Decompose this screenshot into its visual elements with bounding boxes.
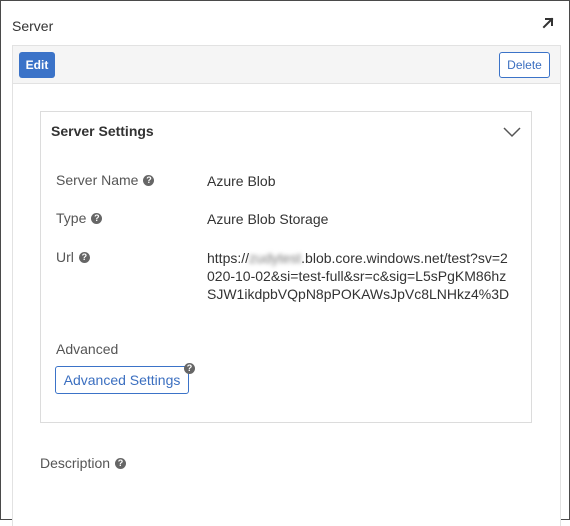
server-settings-title: Server Settings [51, 123, 154, 139]
toolbar: Edit Delete [13, 46, 560, 84]
advanced-settings-button[interactable]: Advanced Settings [55, 366, 189, 394]
delete-button[interactable]: Delete [499, 52, 550, 78]
edit-button[interactable]: Edit [19, 52, 55, 78]
advanced-label: Advanced [56, 341, 119, 357]
server-window: Server Edit Delete Server Settings Serve… [0, 0, 570, 526]
server-settings-card: Server Settings Server Name? Azure Blob … [40, 111, 532, 423]
server-name-value: Azure Blob [207, 173, 276, 189]
url-label: Url? [56, 249, 90, 265]
server-detail-panel: Edit Delete Server Settings Server Name?… [12, 45, 561, 526]
type-value: Azure Blob Storage [207, 211, 329, 227]
description-label: Description? [40, 455, 127, 471]
url-value: https://zudytest.blob.core.windows.net/t… [207, 250, 510, 302]
help-icon[interactable]: ? [91, 213, 103, 224]
help-icon[interactable]: ? [115, 458, 127, 469]
redacted-account-name: zudytest [249, 250, 302, 266]
help-icon[interactable]: ? [78, 252, 90, 263]
type-label: Type? [56, 210, 103, 226]
expand-arrow-icon[interactable] [541, 16, 555, 30]
help-icon[interactable]: ? [143, 175, 155, 186]
help-icon[interactable]: ? [184, 363, 195, 374]
window-title: Server [12, 18, 54, 34]
server-name-label: Server Name? [56, 172, 155, 188]
chevron-down-icon[interactable] [503, 126, 521, 138]
